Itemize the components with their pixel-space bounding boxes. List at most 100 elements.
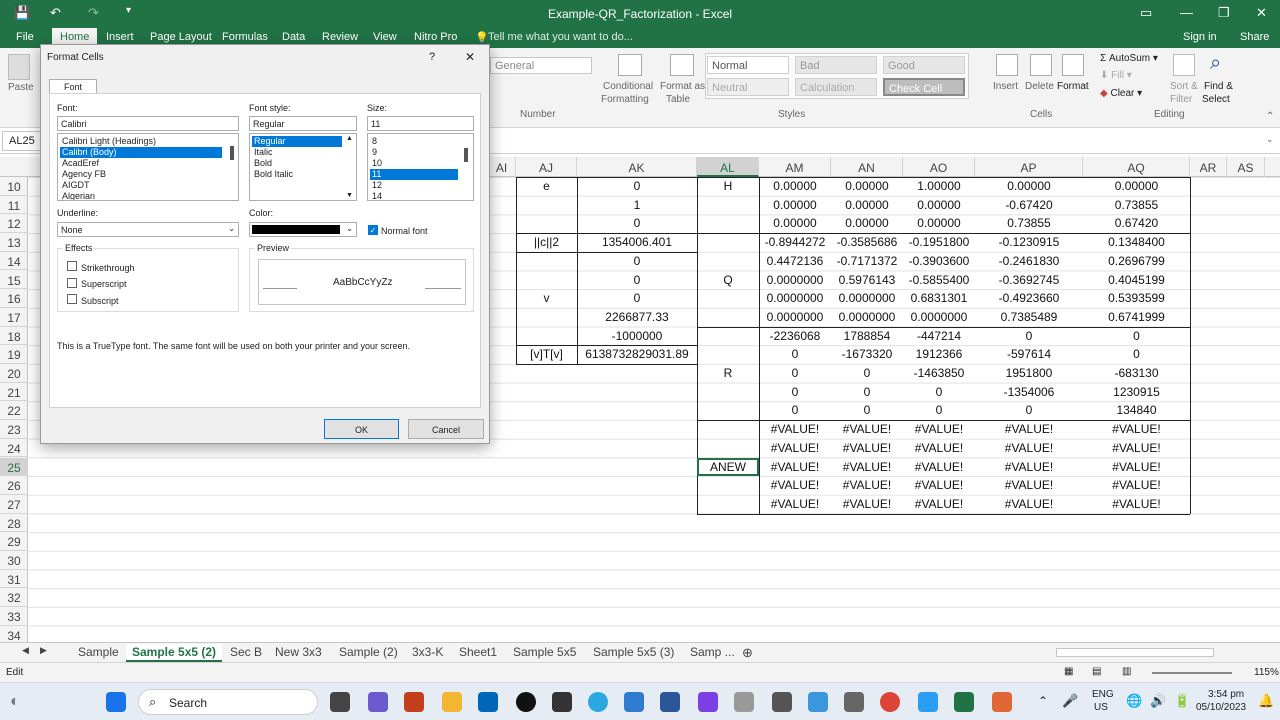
row-header[interactable]: 32 [0,588,28,608]
font-style-item-selected[interactable]: Regular [252,136,342,147]
matrix-cell[interactable]: 1.00000 [903,179,975,193]
cell-aj[interactable]: v [516,291,577,305]
matrix-cell[interactable]: 0.4045199 [1083,273,1190,287]
size-list[interactable]: 8 9 10 11 12 14 [367,133,474,201]
fill-button[interactable]: ⬇ Fill ▾ [1100,70,1132,81]
matrix-cell[interactable]: #VALUE! [831,497,903,511]
cell-aj[interactable]: ||c||2 [516,235,577,249]
size-list-item-selected[interactable]: 11 [370,169,458,180]
matrix-cell[interactable]: #VALUE! [831,441,903,455]
matrix-cell[interactable]: 0.73855 [975,216,1083,230]
app-icon[interactable] [808,692,828,712]
cell-ak[interactable]: 6138732829031.89 [577,347,697,361]
row-header[interactable]: 12 [0,214,28,234]
normal-view-icon[interactable]: ▦ [1064,666,1073,677]
share-button[interactable]: Share [1240,31,1269,43]
powerpoint-icon[interactable] [404,692,424,712]
maximize-icon[interactable]: ❐ [1218,5,1230,21]
matrix-cell[interactable]: 0.0000000 [759,291,831,305]
size-list-item[interactable]: 14 [370,191,458,200]
row-header[interactable]: 17 [0,308,28,327]
matrix-cell[interactable]: 0.1348400 [1083,235,1190,249]
close-window-icon[interactable]: ✕ [1256,5,1267,21]
matrix-cell[interactable]: 0.00000 [831,198,903,212]
column-header-ao[interactable]: AO [903,157,975,177]
matrix-cell[interactable]: 0.00000 [759,216,831,230]
font-list[interactable]: Calibri Light (Headings) Calibri (Body) … [57,133,239,201]
cell-ak[interactable]: 2266877.33 [577,310,697,324]
matrix-cell[interactable]: 0 [831,385,903,399]
column-header-an[interactable]: AN [831,157,903,177]
matrix-cell[interactable]: #VALUE! [759,422,831,436]
matrix-cell[interactable]: 0.5393599 [1083,291,1190,305]
matrix-cell[interactable]: 1951800 [975,366,1083,380]
matrix-cell[interactable]: 134840 [1083,403,1190,417]
matrix-cell[interactable]: 0.00000 [759,198,831,212]
matrix-cell[interactable]: 0 [1083,347,1190,361]
scroll-down-icon[interactable]: ▼ [346,192,353,199]
taskbar-search-box[interactable]: ⌕ Search [138,689,318,715]
matrix-cell[interactable]: 0.4472136 [759,254,831,268]
matrix-cell[interactable]: #VALUE! [759,497,831,511]
matrix-cell[interactable]: #VALUE! [1083,497,1190,511]
matrix-cell[interactable]: 1912366 [903,347,975,361]
matrix-cell[interactable]: #VALUE! [759,460,831,474]
font-style-input[interactable]: Regular [249,116,357,131]
sign-in-link[interactable]: Sign in [1183,31,1217,43]
style-check-cell[interactable]: Check Cell [883,78,965,96]
cell-aj[interactable]: e [516,179,577,193]
column-header-ar[interactable]: AR [1190,157,1227,177]
tab-review[interactable]: Review [322,31,358,43]
underline-select[interactable]: None ⌄ [57,222,239,237]
size-list-item[interactable]: 12 [370,180,458,191]
tab-nitro-pro[interactable]: Nitro Pro [414,31,457,43]
matrix-cell[interactable]: #VALUE! [759,478,831,492]
size-list-item[interactable]: 8 [370,136,458,147]
matrix-cell[interactable]: 0.00000 [903,216,975,230]
clock-time[interactable]: 3:54 pm [1208,689,1244,700]
matrix-cell[interactable]: -0.3903600 [903,254,975,268]
sheet-tab-active[interactable]: Sample 5x5 (2) [126,644,223,662]
superscript-checkbox[interactable] [67,278,77,288]
font-list-scrollbar[interactable] [230,146,234,160]
format-cells-icon[interactable] [1062,54,1084,76]
style-neutral[interactable]: Neutral [707,78,789,96]
matrix-cell[interactable]: #VALUE! [975,441,1083,455]
column-header-am[interactable]: AM [759,157,831,177]
volume-icon[interactable]: 🔊 [1150,693,1166,709]
language-line2[interactable]: US [1094,702,1108,713]
style-calculation[interactable]: Calculation [795,78,877,96]
word-icon[interactable] [660,692,680,712]
column-header-al[interactable]: AL [697,157,759,177]
network-icon[interactable]: 🌐 [1126,693,1142,709]
size-input[interactable]: 11 [367,116,474,131]
matrix-cell[interactable]: -683130 [1083,366,1190,380]
notification-icon[interactable]: 🔔 [1258,693,1274,709]
row-header[interactable]: 25 [0,457,28,477]
matrix-cell[interactable]: 1230915 [1083,385,1190,399]
matrix-cell[interactable]: -0.67420 [975,198,1083,212]
sheet-tab[interactable]: Sample (2) [333,644,404,660]
style-normal[interactable]: Normal [707,56,789,74]
matrix-cell[interactable]: 0.73855 [1083,198,1190,212]
row-header[interactable]: 19 [0,345,28,364]
app-icon[interactable] [552,692,572,712]
ribbon-display-icon[interactable]: ▭ [1140,5,1152,21]
obs-icon[interactable] [516,692,536,712]
app-icon[interactable] [844,692,864,712]
subscript-checkbox[interactable] [67,294,77,304]
file-explorer-icon[interactable] [442,692,462,712]
matrix-cell[interactable]: 0.67420 [1083,216,1190,230]
matrix-cell[interactable]: #VALUE! [831,460,903,474]
row-header[interactable]: 15 [0,271,28,290]
cell-ak[interactable]: -1000000 [577,329,697,343]
column-header-aq[interactable]: AQ [1083,157,1190,177]
matrix-cell[interactable]: #VALUE! [903,441,975,455]
matrix-cell[interactable]: 0.0000000 [903,310,975,324]
cell-ak[interactable]: 0 [577,216,697,230]
matrix-cell[interactable]: -447214 [903,329,975,343]
size-list-item[interactable]: 10 [370,158,458,169]
row-header[interactable]: 26 [0,476,28,495]
task-view-icon[interactable] [330,692,350,712]
sheet-tab[interactable]: Sample 5x5 (3) [587,644,680,660]
